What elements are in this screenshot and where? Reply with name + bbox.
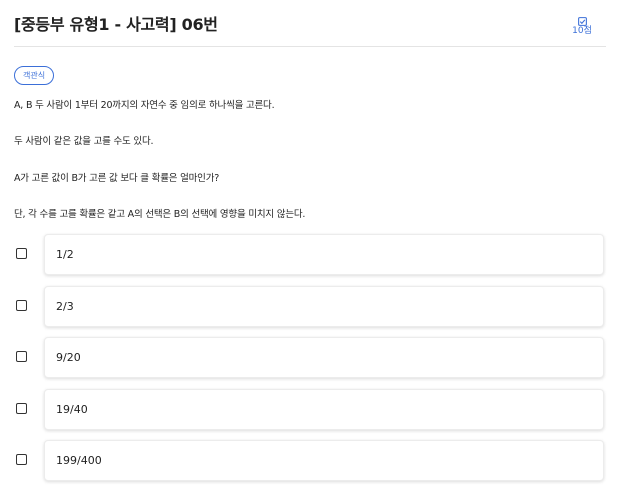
option-card[interactable]: 199/400: [44, 440, 604, 481]
option-checkbox[interactable]: [16, 454, 27, 465]
option-label: 199/400: [56, 454, 102, 467]
option-card[interactable]: 9/20: [44, 337, 604, 378]
option-checkbox[interactable]: [16, 248, 27, 259]
question-line: 단, 각 수를 고를 확률은 같고 A의 선택은 B의 선택에 영향을 미치지 …: [14, 209, 306, 220]
answer-option-2[interactable]: 2/3: [14, 286, 606, 327]
answer-option-3[interactable]: 9/20: [14, 337, 606, 378]
option-label: 2/3: [56, 300, 74, 313]
question-type-badge: 객관식: [14, 66, 55, 85]
question-header: [중등부 유형1 - 사고력] 06번 10점: [14, 0, 606, 47]
score-indicator: 10점: [570, 17, 594, 36]
question-line: A, B 두 사람이 1부터 20까지의 자연수 중 임의로 하나씩을 고른다.: [14, 100, 275, 111]
answer-option-1[interactable]: 1/2: [14, 234, 606, 275]
option-checkbox[interactable]: [16, 403, 27, 414]
option-card[interactable]: 19/40: [44, 389, 604, 430]
option-card[interactable]: 1/2: [44, 234, 604, 275]
option-card[interactable]: 2/3: [44, 286, 604, 327]
answer-option-4[interactable]: 19/40: [14, 389, 606, 430]
quiz-page: [중등부 유형1 - 사고력] 06번 10점 객관식 A, B 두 사람이 1…: [0, 0, 622, 495]
option-label: 1/2: [56, 248, 74, 261]
question-line: 두 사람이 같은 값을 고를 수도 있다.: [14, 136, 154, 147]
answer-option-5[interactable]: 199/400: [14, 440, 606, 481]
option-label: 19/40: [56, 403, 88, 416]
question-line: A가 고른 값이 B가 고른 값 보다 클 확률은 얼마인가?: [14, 173, 220, 184]
option-checkbox[interactable]: [16, 351, 27, 362]
option-label: 9/20: [56, 351, 81, 364]
page-title: [중등부 유형1 - 사고력] 06번: [14, 15, 218, 34]
score-label: 10점: [572, 26, 592, 36]
option-checkbox[interactable]: [16, 300, 27, 311]
